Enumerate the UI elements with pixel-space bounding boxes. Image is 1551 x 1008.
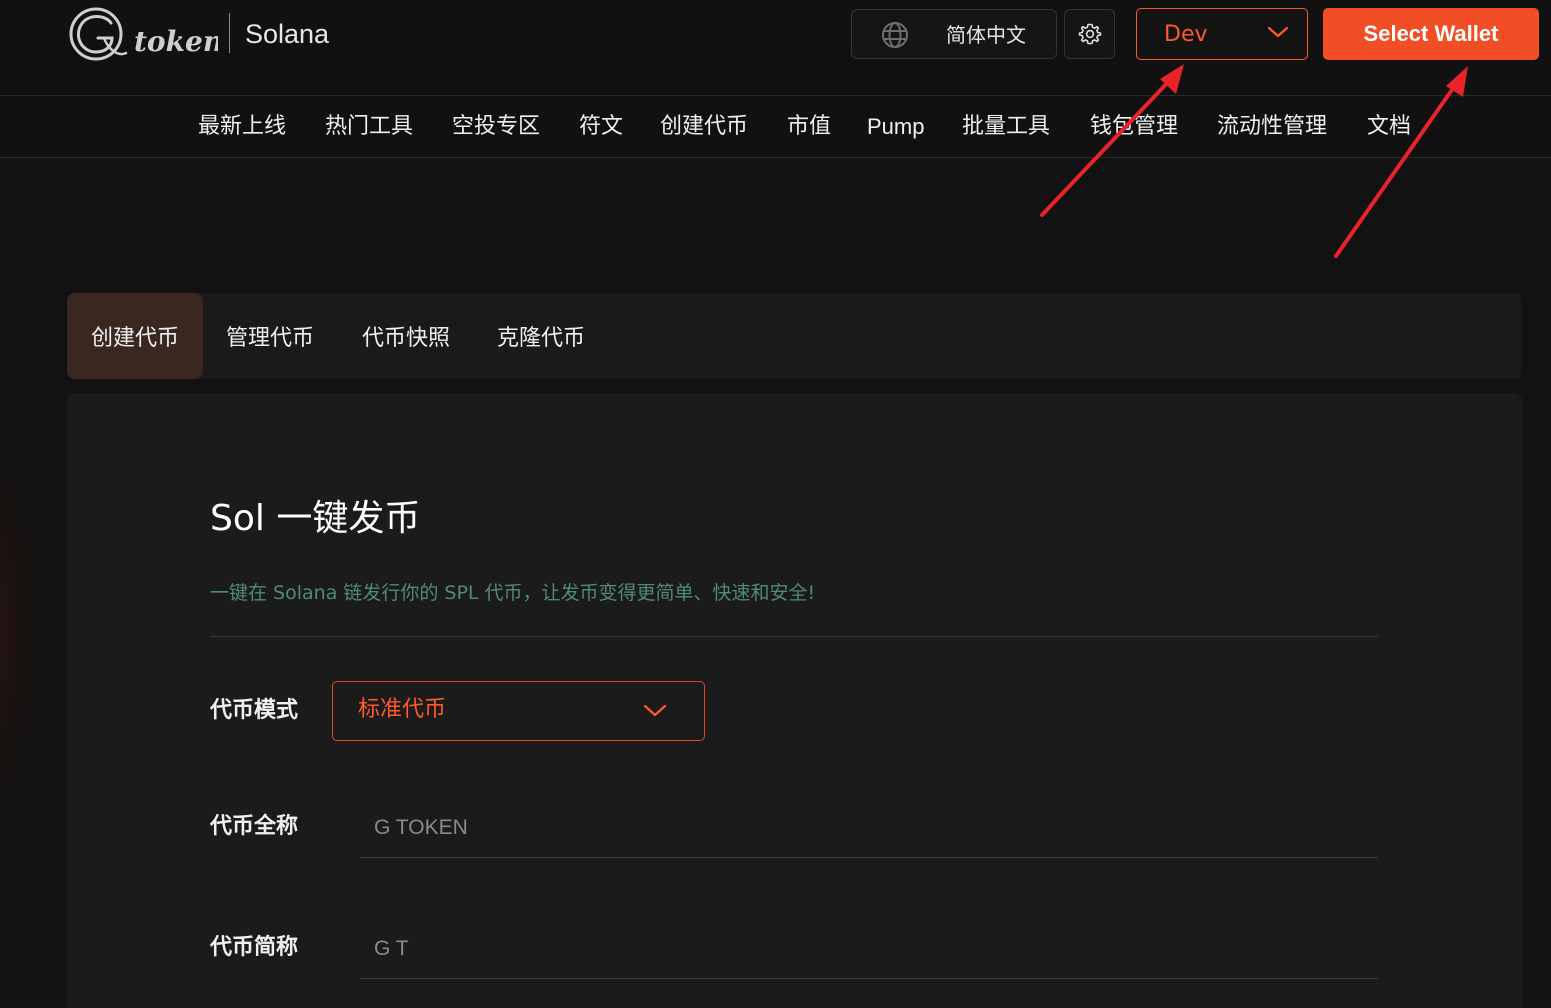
nav-item-docs[interactable]: 文档 [1367,113,1411,141]
globe-icon [882,22,908,48]
token-name-label: 代币全称 [210,814,299,839]
page-title: Sol 一键发币 [210,498,421,539]
token-name-input[interactable] [360,798,1378,858]
token-symbol-label: 代币简称 [210,935,299,960]
nav-item-pump[interactable]: Pump [867,113,924,141]
nav-item-runes[interactable]: 符文 [579,113,623,141]
nav-item-airdrop[interactable]: 空投专区 [452,113,540,141]
token-symbol-input[interactable] [360,919,1378,979]
logo-text: token [134,25,218,58]
language-label: 简体中文 [946,23,1026,47]
main-nav: 最新上线 热门工具 空投专区 符文 创建代币 市值 Pump 批量工具 钱包管理… [0,97,1551,158]
chain-name: Solana [245,19,330,49]
network-select[interactable]: Dev [1136,8,1308,60]
tab-create-token[interactable]: 创建代币 [67,293,203,379]
select-wallet-button[interactable]: Select Wallet [1323,8,1539,60]
gear-icon [1078,23,1102,45]
tab-clone-token[interactable]: 克隆代币 [486,293,596,379]
logo-divider [229,13,230,53]
background-glow [0,420,40,840]
chevron-down-icon [643,704,667,717]
tab-token-snapshot[interactable]: 代币快照 [351,293,461,379]
token-mode-value: 标准代币 [358,697,447,722]
settings-button[interactable] [1064,9,1115,59]
nav-item-create-token[interactable]: 创建代币 [660,113,748,141]
divider [210,636,1378,637]
language-button[interactable]: 简体中文 [851,9,1057,59]
network-selected-label: Dev [1164,22,1208,47]
nav-item-wallet-management[interactable]: 钱包管理 [1090,113,1178,141]
chevron-down-icon [1267,26,1289,38]
nav-item-liquidity[interactable]: 流动性管理 [1217,113,1327,141]
create-token-card: Sol 一键发币 一键在 Solana 链发行你的 SPL 代币，让发币变得更简… [67,393,1522,1008]
nav-item-market-cap[interactable]: 市值 [787,113,831,141]
logo-mark-icon: token [69,7,223,61]
logo[interactable]: token [68,5,223,65]
page: token Solana 简体中文 Dev Select Wallet 最新上线… [0,0,1551,1008]
token-mode-select[interactable]: 标准代币 [332,681,705,741]
nav-item-hot-tools[interactable]: 热门工具 [325,113,413,141]
page-subtitle: 一键在 Solana 链发行你的 SPL 代币，让发币变得更简单、快速和安全! [210,582,816,604]
token-mode-label: 代币模式 [210,698,299,723]
nav-item-batch-tools[interactable]: 批量工具 [962,113,1050,141]
nav-item-latest[interactable]: 最新上线 [198,113,286,141]
header: token Solana 简体中文 Dev Select Wallet [0,0,1551,96]
token-tabs: 创建代币 管理代币 代币快照 克隆代币 [67,293,1522,379]
tab-manage-token[interactable]: 管理代币 [215,293,325,379]
